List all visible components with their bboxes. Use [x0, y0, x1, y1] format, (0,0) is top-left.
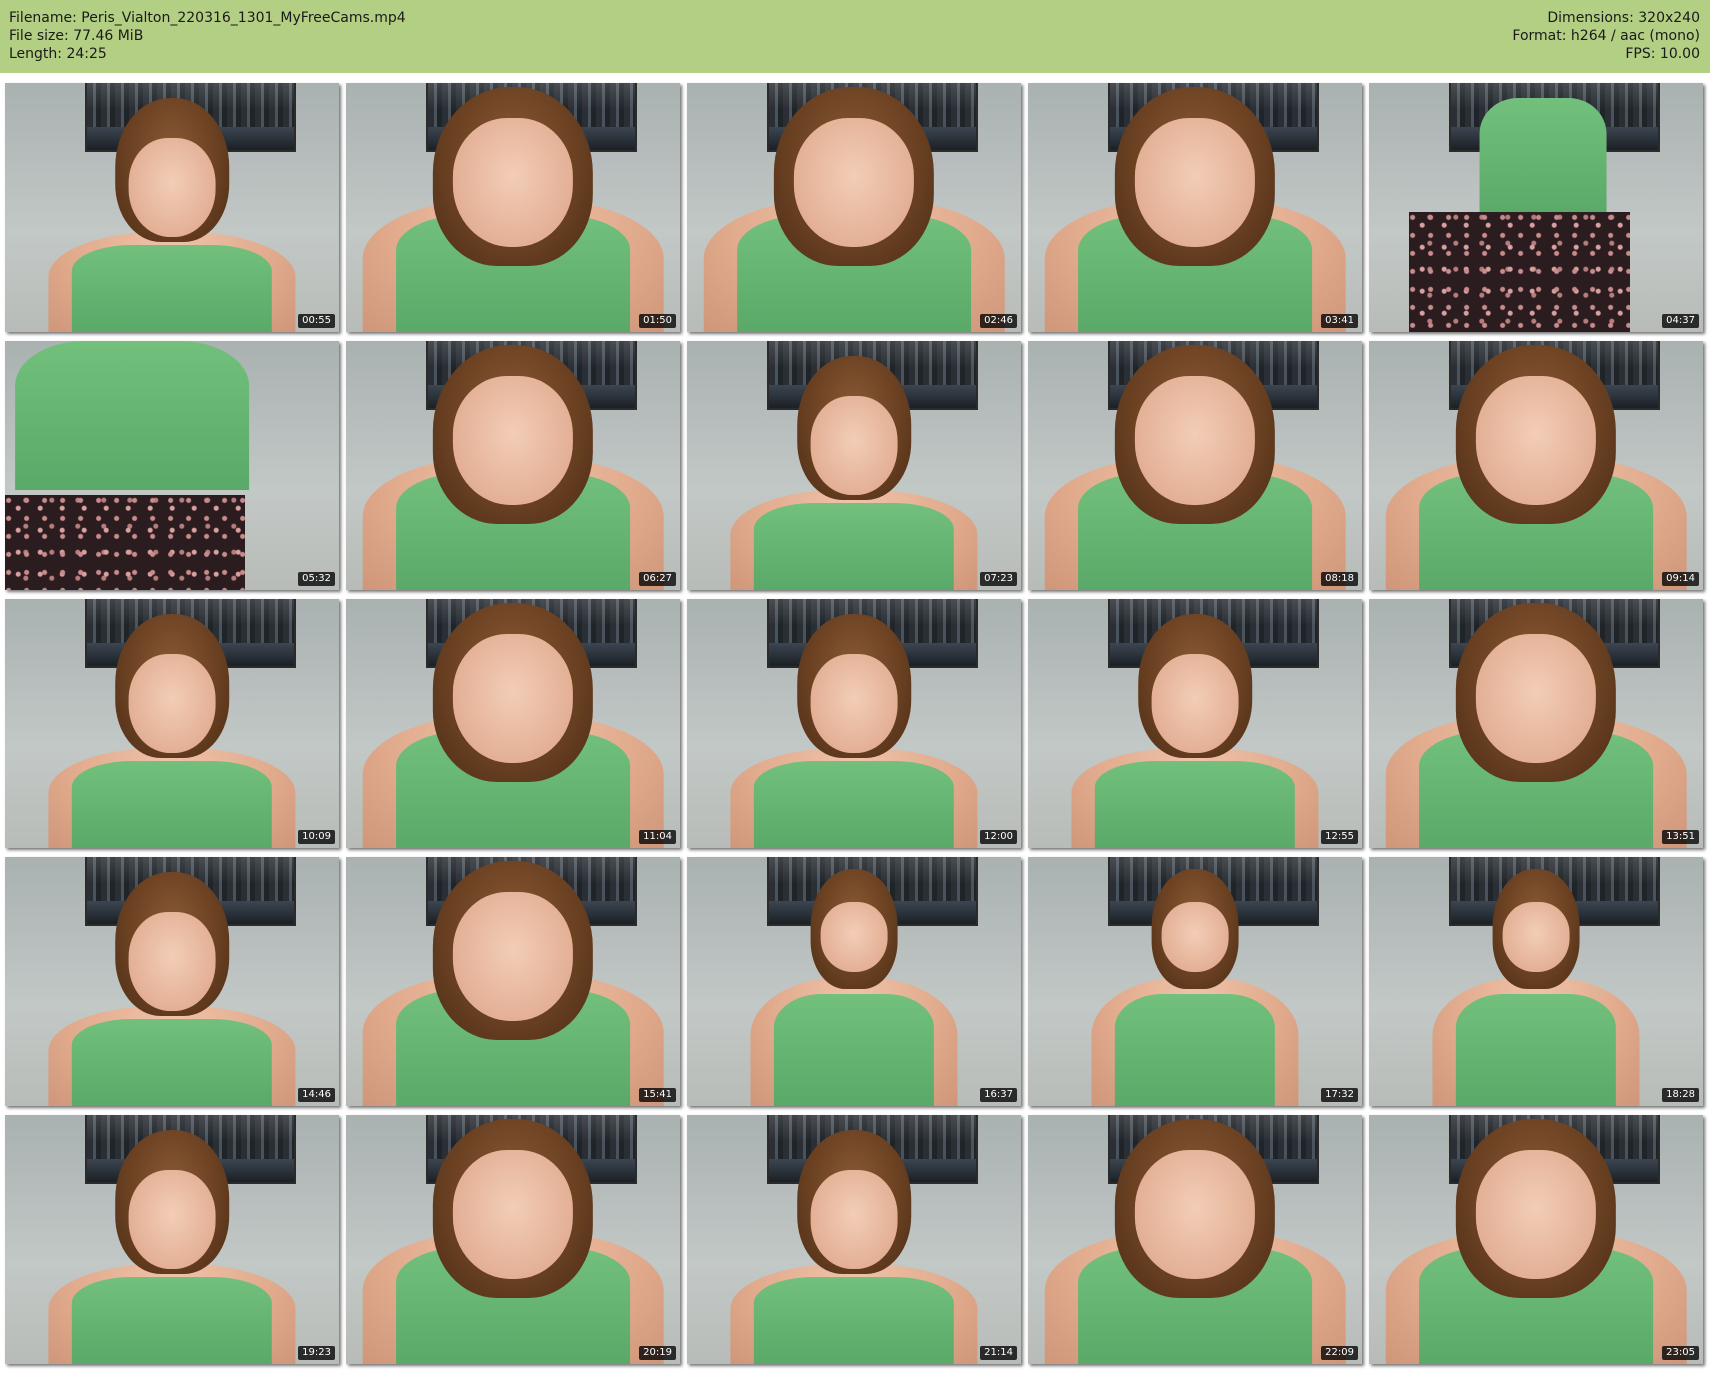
timestamp-label: 02:46	[980, 314, 1017, 328]
green-tank-top	[15, 341, 249, 491]
face	[820, 901, 888, 972]
video-thumbnail: 02:46	[687, 83, 1021, 332]
timestamp-label: 17:32	[1321, 1088, 1358, 1102]
face	[1134, 1149, 1256, 1280]
timestamp-label: 01:50	[639, 314, 676, 328]
timestamp-label: 21:14	[980, 1346, 1017, 1360]
filesize-text: File size: 77.46 MiB	[9, 28, 144, 44]
video-thumbnail: 05:32	[5, 341, 339, 590]
green-tank-top	[71, 244, 273, 332]
timestamp-label: 00:55	[298, 314, 335, 328]
timestamp-label: 18:28	[1662, 1088, 1699, 1102]
green-tank-top	[71, 1276, 273, 1364]
timestamp-label: 08:18	[1321, 572, 1358, 586]
video-thumbnail: 17:32	[1028, 857, 1362, 1106]
face	[1134, 117, 1256, 248]
video-thumbnail: 12:00	[687, 599, 1021, 848]
timestamp-label: 12:55	[1321, 830, 1358, 844]
video-thumbnail: 00:55	[5, 83, 339, 332]
timestamp-label: 19:23	[298, 1346, 335, 1360]
green-tank-top	[753, 502, 955, 590]
face	[1161, 901, 1229, 972]
face	[452, 375, 574, 506]
video-thumbnail: 23:05	[1369, 1115, 1703, 1364]
face	[128, 1169, 216, 1270]
face	[452, 117, 574, 248]
green-tank-top	[71, 1018, 273, 1106]
thumbnail-grid: 00:55 01:50 02:46 03:41 04:37 05:32 06:27 07:23…	[5, 83, 1705, 1368]
face	[452, 633, 574, 764]
video-thumbnail: 11:04	[346, 599, 680, 848]
face	[452, 891, 574, 1022]
green-tank-top	[753, 1276, 955, 1364]
green-tank-top	[1094, 760, 1296, 848]
timestamp-label: 14:46	[298, 1088, 335, 1102]
timestamp-label: 05:32	[298, 572, 335, 586]
floral-skirt	[5, 495, 246, 590]
timestamp-label: 22:09	[1321, 1346, 1358, 1360]
info-header: Filename: Peris_Vialton_220316_1301_MyFr…	[0, 0, 1710, 73]
length-text: Length: 24:25	[9, 46, 107, 62]
video-thumbnail: 19:23	[5, 1115, 339, 1364]
green-tank-top	[753, 760, 955, 848]
timestamp-label: 15:41	[639, 1088, 676, 1102]
video-thumbnail: 21:14	[687, 1115, 1021, 1364]
timestamp-label: 12:00	[980, 830, 1017, 844]
face	[810, 395, 898, 496]
green-tank-top	[71, 760, 273, 848]
face	[810, 1169, 898, 1270]
file-info-right: Dimensions: 320x240 Format: h264 / aac (…	[1512, 9, 1700, 63]
green-tank-top	[773, 993, 935, 1106]
timestamp-label: 11:04	[639, 830, 676, 844]
video-thumbnail: 06:27	[346, 341, 680, 590]
face	[128, 653, 216, 754]
timestamp-label: 20:19	[639, 1346, 676, 1360]
face	[1475, 1149, 1597, 1280]
timestamp-label: 16:37	[980, 1088, 1017, 1102]
timestamp-label: 07:23	[980, 572, 1017, 586]
face	[1475, 633, 1597, 764]
face	[1134, 375, 1256, 506]
video-thumbnail: 22:09	[1028, 1115, 1362, 1364]
video-thumbnail: 04:37	[1369, 83, 1703, 332]
face	[1151, 653, 1239, 754]
face	[128, 911, 216, 1012]
timestamp-label: 06:27	[639, 572, 676, 586]
video-thumbnail: 09:14	[1369, 341, 1703, 590]
file-info-left: Filename: Peris_Vialton_220316_1301_MyFr…	[9, 9, 406, 63]
video-thumbnail: 08:18	[1028, 341, 1362, 590]
video-thumbnail: 16:37	[687, 857, 1021, 1106]
video-thumbnail: 03:41	[1028, 83, 1362, 332]
face	[793, 117, 915, 248]
timestamp-label: 10:09	[298, 830, 335, 844]
face	[810, 653, 898, 754]
video-thumbnail: 07:23	[687, 341, 1021, 590]
timestamp-label: 13:51	[1662, 830, 1699, 844]
video-thumbnail: 20:19	[346, 1115, 680, 1364]
timestamp-label: 23:05	[1662, 1346, 1699, 1360]
face	[452, 1149, 574, 1280]
dimensions-text: Dimensions: 320x240	[1547, 10, 1700, 26]
video-thumbnail: 12:55	[1028, 599, 1362, 848]
video-thumbnail: 13:51	[1369, 599, 1703, 848]
timestamp-label: 03:41	[1321, 314, 1358, 328]
filename-text: Filename: Peris_Vialton_220316_1301_MyFr…	[9, 10, 406, 26]
video-thumbnail: 15:41	[346, 857, 680, 1106]
timestamp-label: 04:37	[1662, 314, 1699, 328]
video-thumbnail: 18:28	[1369, 857, 1703, 1106]
video-thumbnail: 01:50	[346, 83, 680, 332]
green-tank-top	[1455, 993, 1617, 1106]
floral-skirt	[1409, 212, 1630, 332]
green-tank-top	[1114, 993, 1276, 1106]
green-tank-top	[1479, 97, 1607, 218]
fps-text: FPS: 10.00	[1625, 46, 1700, 62]
face	[1475, 375, 1597, 506]
video-thumbnail: 14:46	[5, 857, 339, 1106]
face	[128, 137, 216, 238]
video-thumbnail: 10:09	[5, 599, 339, 848]
face	[1502, 901, 1570, 972]
format-text: Format: h264 / aac (mono)	[1512, 28, 1700, 44]
timestamp-label: 09:14	[1662, 572, 1699, 586]
